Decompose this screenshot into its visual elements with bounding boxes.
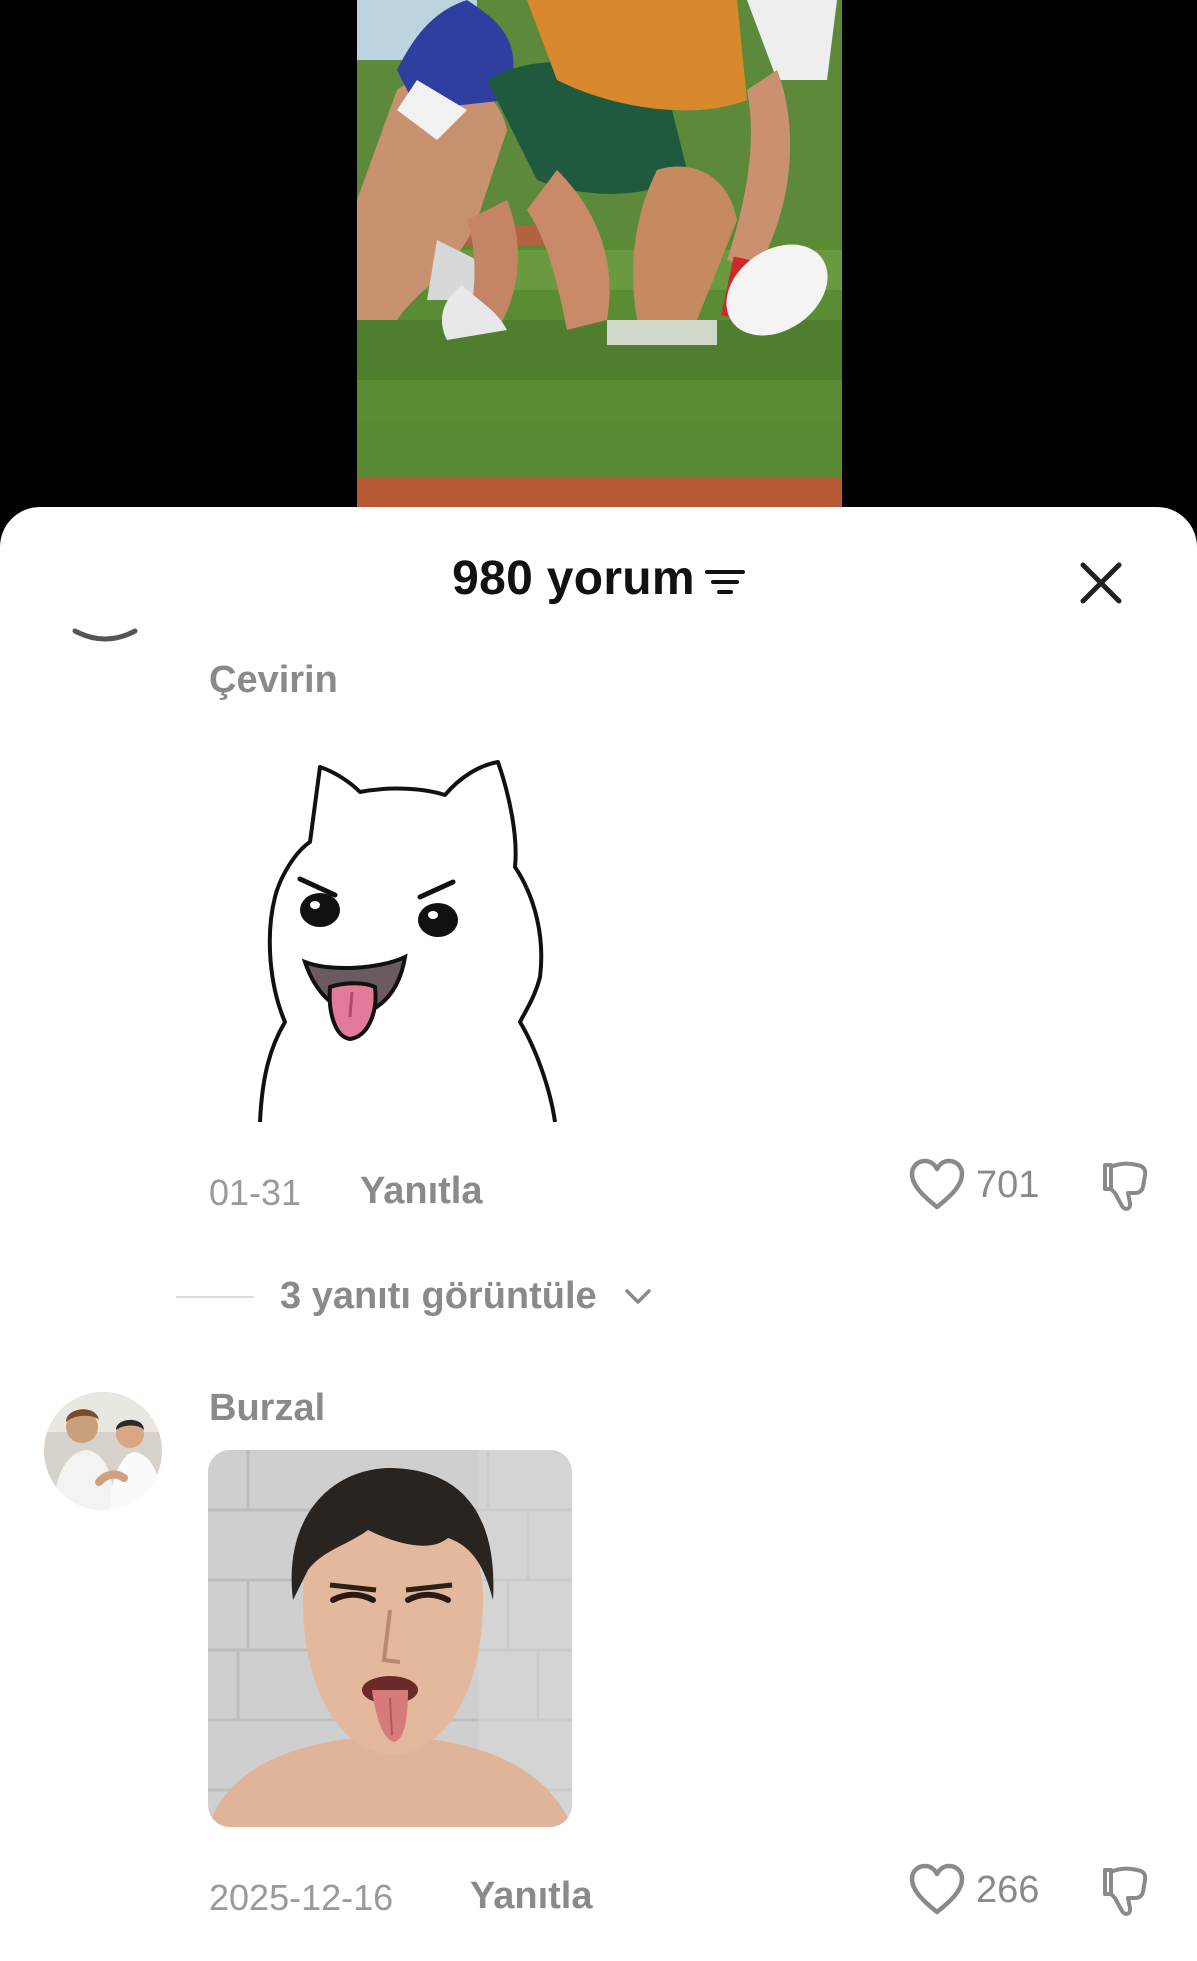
reaction-photo-image[interactable] (208, 1450, 572, 1827)
avatar-image (72, 628, 138, 642)
cat-sticker-drawing (258, 760, 557, 1123)
video-player[interactable] (0, 0, 1197, 540)
comment-username[interactable]: Çevirin (209, 659, 338, 702)
like-button[interactable]: 266 (908, 1862, 1039, 1918)
thumbs-down-icon[interactable] (1097, 1862, 1153, 1918)
comments-title-wrap: 980 yorum (0, 551, 1197, 606)
comment-date: 2025-12-16 (209, 1877, 394, 1918)
comments-sheet: 980 yorum Çevirin 01-31 Yanıtla 701 3 ya… (0, 507, 1197, 1961)
comment-username[interactable]: Burzal (209, 1387, 325, 1430)
reply-button[interactable]: Yanıtla (360, 1170, 483, 1213)
heart-outline-icon (909, 1863, 965, 1915)
reaction-photo (208, 1450, 572, 1827)
reply-button[interactable]: Yanıtla (470, 1875, 593, 1918)
video-frame (357, 0, 842, 508)
avatar-image (44, 1392, 162, 1510)
close-icon[interactable] (1073, 555, 1129, 611)
comments-count-title: 980 yorum (452, 552, 695, 605)
chevron-down-icon (624, 1288, 651, 1304)
avatar[interactable] (44, 1392, 162, 1510)
like-count: 266 (976, 1868, 1040, 1911)
comment-date: 01-31 (209, 1172, 302, 1213)
like-button[interactable]: 701 (908, 1157, 1039, 1213)
thumbs-down-icon[interactable] (1097, 1157, 1153, 1213)
cat-sticker-image[interactable] (250, 747, 570, 1127)
like-count: 701 (976, 1163, 1040, 1206)
avatar[interactable] (70, 627, 140, 657)
view-replies-label: 3 yanıtı görüntüle (280, 1275, 597, 1317)
rugby-scene-image (357, 0, 842, 508)
sort-lines-icon[interactable] (704, 567, 745, 597)
comments-header: 980 yorum (0, 507, 1197, 647)
divider-line (176, 1295, 254, 1298)
heart-outline-icon (909, 1158, 965, 1210)
view-replies-button[interactable]: 3 yanıtı görüntüle (176, 1275, 653, 1318)
